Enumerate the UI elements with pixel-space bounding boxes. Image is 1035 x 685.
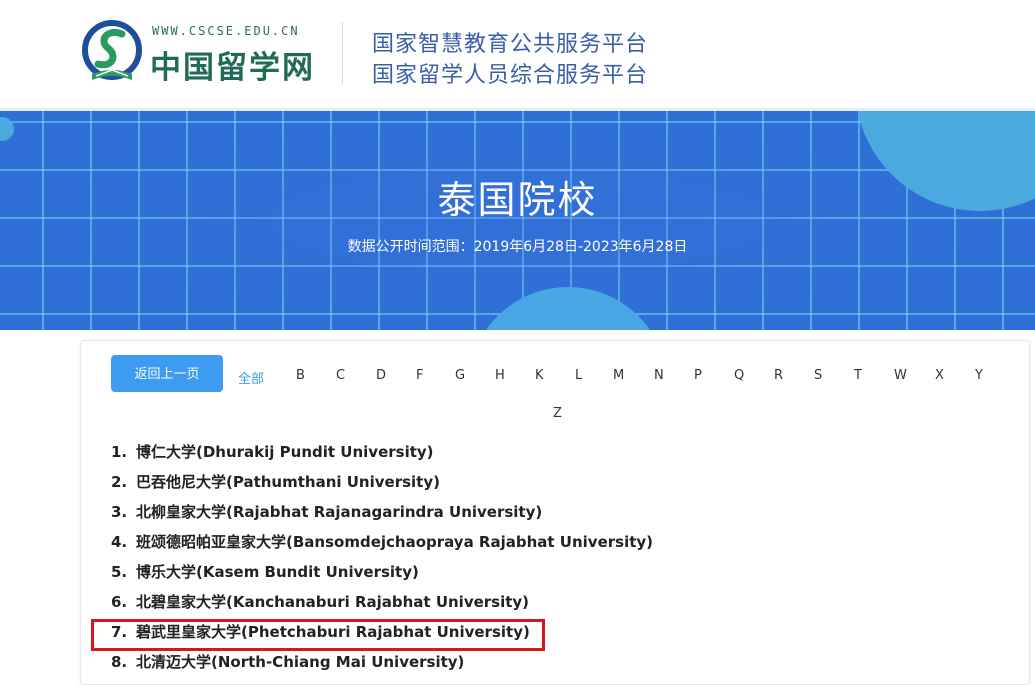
- logo-url-text: WWW.CSCSE.EDU.CN: [152, 24, 300, 38]
- list-item-number: 1.: [111, 443, 128, 461]
- filter-letter[interactable]: K: [535, 368, 544, 383]
- university-name[interactable]: 巴吞他尼大学(Pathumthani University): [136, 473, 440, 491]
- filter-letter[interactable]: Q: [734, 368, 744, 383]
- list-item-number: 2.: [111, 473, 128, 491]
- highlight-annotation-box: [91, 619, 545, 651]
- filter-letter[interactable]: B: [296, 368, 305, 383]
- platform-title-2: 国家留学人员综合服务平台: [372, 63, 649, 88]
- page-banner: 泰国院校 数据公开时间范围：2019年6月28日-2023年6月28日: [0, 108, 1035, 330]
- filter-letter[interactable]: C: [336, 368, 345, 383]
- university-name[interactable]: 北柳皇家大学(Rajabhat Rajanagarindra Universit…: [136, 503, 542, 521]
- filter-letter[interactable]: S: [814, 368, 822, 383]
- header-divider: [342, 22, 343, 84]
- list-item[interactable]: 3. 北柳皇家大学(Rajabhat Rajanagarindra Univers…: [111, 502, 653, 532]
- university-name[interactable]: 北清迈大学(North-Chiang Mai University): [136, 653, 464, 671]
- filter-letter[interactable]: M: [613, 368, 624, 383]
- filter-letter[interactable]: Z: [553, 406, 562, 421]
- list-item[interactable]: 2. 巴吞他尼大学(Pathumthani University): [111, 472, 653, 502]
- filter-letter[interactable]: W: [894, 368, 907, 383]
- filter-letter[interactable]: H: [495, 368, 505, 383]
- list-item[interactable]: 5. 博乐大学(Kasem Bundit University): [111, 562, 653, 592]
- page-title: 泰国院校: [437, 178, 598, 222]
- list-item-number: 4.: [111, 533, 128, 551]
- list-item[interactable]: 4. 班颂德昭帕亚皇家大学(Bansomdejchaopraya Rajabhat…: [111, 532, 653, 562]
- cscse-logo-icon[interactable]: [78, 18, 146, 86]
- university-name[interactable]: 班颂德昭帕亚皇家大学(Bansomdejchaopraya Rajabhat U…: [136, 533, 653, 551]
- platform-title-1: 国家智慧教育公共服务平台: [372, 32, 649, 57]
- list-item-number: 5.: [111, 563, 128, 581]
- filter-letter[interactable]: R: [774, 368, 783, 383]
- site-header: WWW.CSCSE.EDU.CN 中国留学网 国家智慧教育公共服务平台 国家留学…: [0, 0, 1035, 108]
- university-name[interactable]: 北碧皇家大学(Kanchanaburi Rajabhat University): [136, 593, 529, 611]
- filter-letter[interactable]: D: [376, 368, 386, 383]
- filter-letter[interactable]: F: [416, 368, 423, 383]
- filter-letter[interactable]: L: [575, 368, 582, 383]
- list-item[interactable]: 6. 北碧皇家大学(Kanchanaburi Rajabhat Universit…: [111, 592, 653, 622]
- back-button[interactable]: 返回上一页: [111, 355, 223, 392]
- filter-letter[interactable]: X: [935, 368, 944, 383]
- filter-letter[interactable]: Y: [975, 368, 983, 383]
- data-range-subtitle: 数据公开时间范围：2019年6月28日-2023年6月28日: [347, 239, 688, 255]
- list-item-number: 8.: [111, 653, 128, 671]
- filter-letter[interactable]: T: [854, 368, 862, 383]
- university-name[interactable]: 博乐大学(Kasem Bundit University): [136, 563, 419, 581]
- list-item-number: 6.: [111, 593, 128, 611]
- logo-name[interactable]: 中国留学网: [150, 42, 315, 87]
- list-item[interactable]: 1. 博仁大学(Dhurakij Pundit University): [111, 442, 653, 472]
- university-list-card: 返回上一页 全部 B C D F G H K L M N P Q R S T W…: [80, 340, 1030, 685]
- filter-all[interactable]: 全部: [238, 368, 264, 387]
- filter-letter[interactable]: P: [694, 368, 702, 383]
- list-item-number: 3.: [111, 503, 128, 521]
- list-item[interactable]: 8. 北清迈大学(North-Chiang Mai University): [111, 652, 653, 682]
- filter-letter[interactable]: N: [654, 368, 664, 383]
- filter-letter[interactable]: G: [455, 368, 465, 383]
- university-name[interactable]: 博仁大学(Dhurakij Pundit University): [136, 443, 434, 461]
